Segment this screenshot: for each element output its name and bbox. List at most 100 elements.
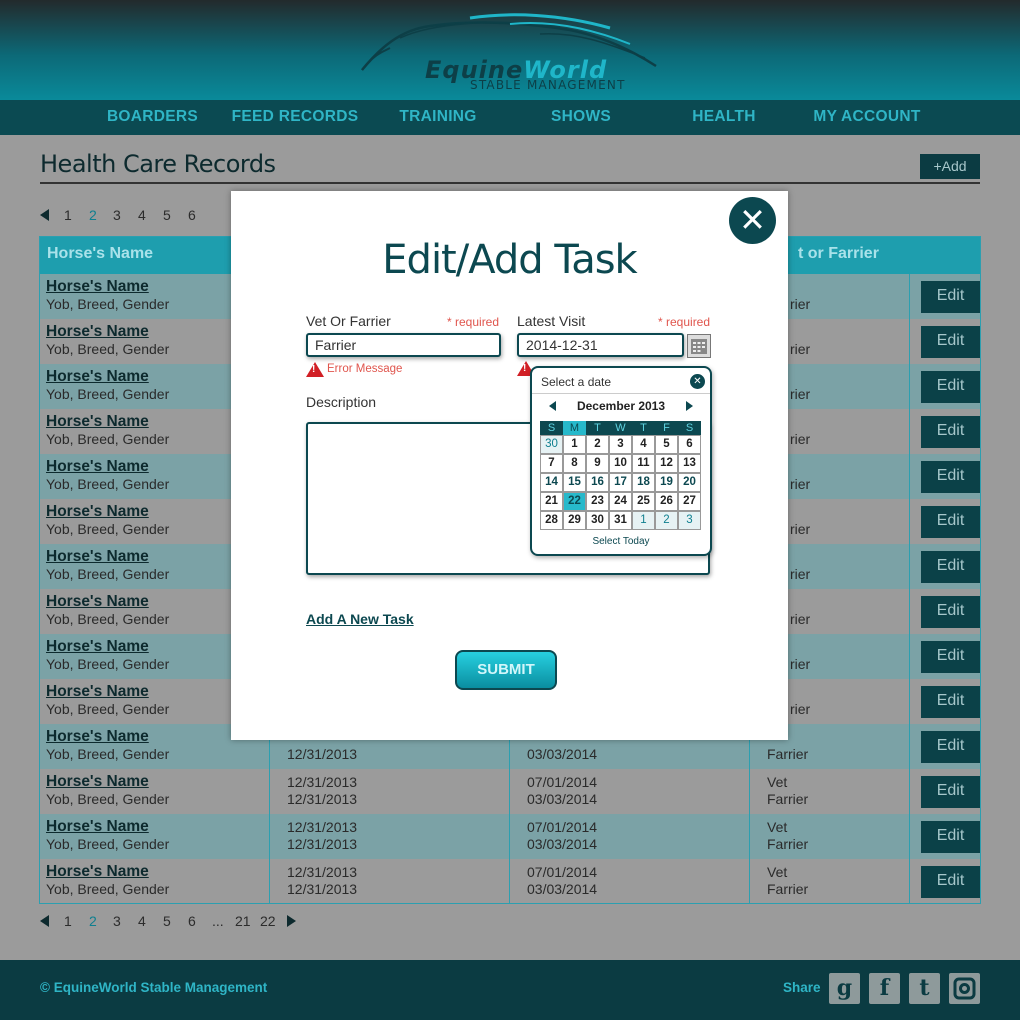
add-record-button[interactable]: +Add	[920, 154, 980, 179]
prev-page-icon[interactable]	[40, 209, 49, 221]
calendar-day[interactable]: 29	[563, 511, 586, 530]
calendar-day[interactable]: 2	[586, 435, 609, 454]
horse-name-link[interactable]: Horse's Name	[46, 863, 149, 881]
facebook-icon[interactable]: f	[869, 973, 900, 1004]
calendar-day[interactable]: 17	[609, 473, 632, 492]
calendar-day[interactable]: 20	[678, 473, 701, 492]
edit-button[interactable]: Edit	[921, 821, 980, 853]
nav-feed-records[interactable]: FEED RECORDS	[225, 100, 365, 135]
calendar-day[interactable]: 21	[540, 492, 563, 511]
instagram-icon[interactable]	[949, 973, 980, 1004]
calendar-day[interactable]: 16	[586, 473, 609, 492]
edit-button[interactable]: Edit	[921, 686, 980, 718]
add-new-task-link[interactable]: Add A New Task	[306, 611, 414, 627]
calendar-day[interactable]: 19	[655, 473, 678, 492]
horse-name-link[interactable]: Horse's Name	[46, 818, 149, 836]
edit-button[interactable]: Edit	[921, 281, 980, 313]
vet-farrier-input[interactable]: Farrier	[306, 333, 501, 357]
horse-name-link[interactable]: Horse's Name	[46, 683, 149, 701]
edit-button[interactable]: Edit	[921, 461, 980, 493]
calendar-day[interactable]: 7	[540, 454, 563, 473]
calendar-day[interactable]: 2	[655, 511, 678, 530]
calendar-day[interactable]: 14	[540, 473, 563, 492]
calendar-day[interactable]: 31	[609, 511, 632, 530]
calendar-day[interactable]: 22	[563, 492, 586, 511]
select-today-link[interactable]: Select Today	[532, 536, 710, 547]
calendar-day[interactable]: 3	[609, 435, 632, 454]
edit-button[interactable]: Edit	[921, 506, 980, 538]
calendar-day[interactable]: 27	[678, 492, 701, 511]
calendar-day[interactable]: 15	[563, 473, 586, 492]
horse-name-link[interactable]: Horse's Name	[46, 638, 149, 656]
edit-button[interactable]: Edit	[921, 776, 980, 808]
calendar-day[interactable]: 13	[678, 454, 701, 473]
page-link[interactable]: 3	[113, 913, 121, 929]
calendar-day[interactable]: 12	[655, 454, 678, 473]
horse-name-link[interactable]: Horse's Name	[46, 728, 149, 746]
twitter-icon[interactable]: t	[909, 973, 940, 1004]
calendar-day[interactable]: 30	[586, 511, 609, 530]
edit-button[interactable]: Edit	[921, 326, 980, 358]
horse-name-link[interactable]: Horse's Name	[46, 593, 149, 611]
page-link[interactable]: 6	[188, 913, 196, 929]
horse-name-link[interactable]: Horse's Name	[46, 548, 149, 566]
nav-training[interactable]: TRAINING	[380, 100, 496, 135]
calendar-day[interactable]: 1	[632, 511, 655, 530]
calendar-day[interactable]: 26	[655, 492, 678, 511]
page-link[interactable]: 4	[138, 913, 146, 929]
edit-button[interactable]: Edit	[921, 416, 980, 448]
calendar-day[interactable]: 6	[678, 435, 701, 454]
calendar-day[interactable]: 1	[563, 435, 586, 454]
horse-name-link[interactable]: Horse's Name	[46, 413, 149, 431]
calendar-day[interactable]: 24	[609, 492, 632, 511]
calendar-day[interactable]: 9	[586, 454, 609, 473]
page-link[interactable]: 1	[64, 207, 72, 223]
calendar-day[interactable]: 18	[632, 473, 655, 492]
horse-name-link[interactable]: Horse's Name	[46, 368, 149, 386]
calendar-day[interactable]: 28	[540, 511, 563, 530]
edit-button[interactable]: Edit	[921, 371, 980, 403]
page-link[interactable]: 3	[113, 207, 121, 223]
google-plus-icon[interactable]: g	[829, 973, 860, 1004]
edit-button[interactable]: Edit	[921, 551, 980, 583]
horse-name-link[interactable]: Horse's Name	[46, 458, 149, 476]
next-page-icon[interactable]	[287, 915, 296, 927]
page-link-current[interactable]: 2	[89, 913, 97, 929]
nav-health[interactable]: HEALTH	[664, 100, 784, 135]
calendar-day[interactable]: 23	[586, 492, 609, 511]
horse-name-link[interactable]: Horse's Name	[46, 323, 149, 341]
page-link[interactable]: 22	[260, 913, 276, 929]
close-datepicker-icon[interactable]: ✕	[690, 374, 705, 389]
calendar-day[interactable]: 30	[540, 435, 563, 454]
calendar-icon[interactable]	[687, 334, 711, 358]
page-link-current[interactable]: 2	[89, 207, 97, 223]
horse-name-link[interactable]: Horse's Name	[46, 278, 149, 296]
horse-name-link[interactable]: Horse's Name	[46, 773, 149, 791]
horse-name-link[interactable]: Horse's Name	[46, 503, 149, 521]
page-link[interactable]: 4	[138, 207, 146, 223]
page-link[interactable]: 5	[163, 207, 171, 223]
nav-my-account[interactable]: MY ACCOUNT	[800, 100, 934, 135]
calendar-day[interactable]: 10	[609, 454, 632, 473]
calendar-day[interactable]: 11	[632, 454, 655, 473]
vet-farrier-label: Vet Or Farrier	[306, 313, 391, 329]
page-link[interactable]: 21	[235, 913, 251, 929]
calendar-day[interactable]: 4	[632, 435, 655, 454]
submit-button[interactable]: SUBMIT	[455, 650, 557, 690]
edit-button[interactable]: Edit	[921, 641, 980, 673]
latest-visit-input[interactable]: 2014-12-31	[517, 333, 684, 357]
edit-button[interactable]: Edit	[921, 596, 980, 628]
calendar-day[interactable]: 8	[563, 454, 586, 473]
page-link[interactable]: 5	[163, 913, 171, 929]
calendar-day[interactable]: 25	[632, 492, 655, 511]
page-link[interactable]: 1	[64, 913, 72, 929]
calendar-day[interactable]: 3	[678, 511, 701, 530]
nav-shows[interactable]: SHOWS	[520, 100, 642, 135]
prev-page-icon[interactable]	[40, 915, 49, 927]
calendar-day[interactable]: 5	[655, 435, 678, 454]
edit-button[interactable]: Edit	[921, 866, 980, 898]
next-month-icon[interactable]	[686, 401, 693, 411]
nav-boarders[interactable]: BOARDERS	[90, 100, 215, 135]
edit-button[interactable]: Edit	[921, 731, 980, 763]
page-link[interactable]: 6	[188, 207, 196, 223]
